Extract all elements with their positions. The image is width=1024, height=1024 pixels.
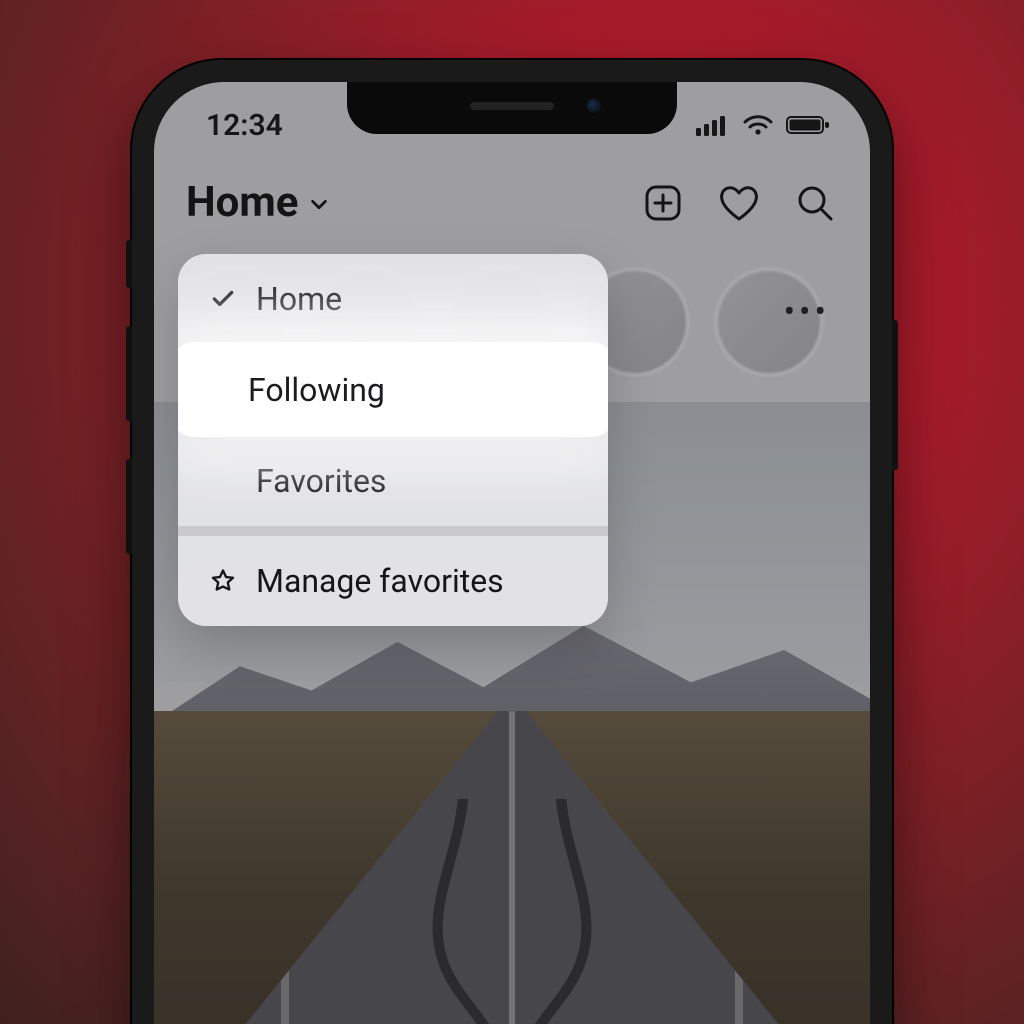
phone-side-button-right bbox=[892, 320, 898, 470]
app-header: Home bbox=[154, 178, 870, 227]
chevron-down-icon bbox=[308, 178, 330, 227]
feed-switcher-menu: Home Following Favorites Manage favorite… bbox=[178, 254, 608, 626]
phone-notch bbox=[347, 82, 677, 134]
status-time: 12:34 bbox=[206, 108, 283, 143]
menu-separator bbox=[178, 526, 608, 536]
check-icon bbox=[208, 286, 238, 312]
cellular-icon bbox=[696, 114, 730, 136]
search-button[interactable] bbox=[792, 180, 838, 226]
battery-icon bbox=[786, 114, 830, 136]
feed-option-home[interactable]: Home bbox=[178, 254, 608, 344]
manage-favorites-label: Manage favorites bbox=[256, 562, 578, 600]
post-more-button[interactable]: ••• bbox=[784, 292, 830, 332]
post-image-detail bbox=[154, 799, 870, 1024]
new-post-button[interactable] bbox=[640, 180, 686, 226]
feed-option-favorites[interactable]: Favorites bbox=[178, 435, 608, 526]
feed-switcher-button[interactable]: Home bbox=[186, 178, 330, 227]
wifi-icon bbox=[742, 114, 774, 136]
feed-option-label: Favorites bbox=[256, 462, 578, 500]
feed-option-label: Home bbox=[256, 280, 578, 318]
manage-favorites-button[interactable]: Manage favorites bbox=[178, 536, 608, 626]
phone-screen: 12:34 bbox=[154, 82, 870, 1024]
phone-frame: 12:34 bbox=[132, 60, 892, 1024]
phone-side-buttons-left bbox=[126, 240, 132, 592]
feed-option-label: Following bbox=[248, 371, 578, 409]
feed-title-label: Home bbox=[186, 178, 298, 227]
header-actions bbox=[640, 180, 838, 226]
star-outline-icon bbox=[208, 567, 238, 595]
activity-button[interactable] bbox=[716, 180, 762, 226]
feed-option-following[interactable]: Following bbox=[178, 342, 608, 437]
